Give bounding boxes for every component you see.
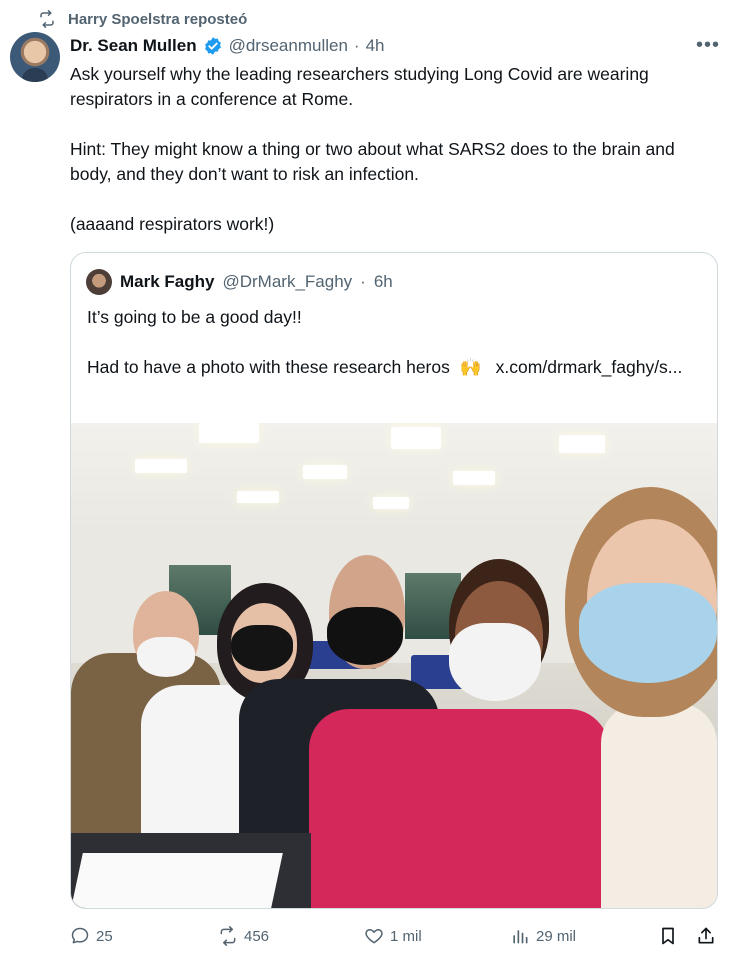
reply-icon [71, 927, 89, 944]
separator-dot: · [353, 36, 360, 55]
ceiling-light [135, 459, 187, 473]
raised-hands-emoji: 🙌 [459, 357, 482, 377]
more-options-button[interactable]: ••• [696, 34, 720, 57]
ceiling-light [373, 497, 409, 509]
ceiling-light [303, 465, 347, 479]
tweet-header: Dr. Sean Mullen @drseanmullen · 4h [70, 34, 385, 58]
ceiling-light [453, 471, 495, 485]
ceiling-light [237, 491, 279, 503]
quoted-tweet-card[interactable]: Mark Faghy @DrMark_Faghy · 6h It’s going… [70, 252, 718, 909]
verified-badge-icon [204, 37, 221, 55]
bookmark-button[interactable] [658, 926, 678, 946]
separator-dot: · [360, 272, 366, 291]
like-button[interactable]: 1 mil [364, 926, 422, 946]
repost-indicator[interactable]: Harry Spoelstra reposteó [38, 8, 247, 30]
repost-icon [220, 926, 236, 946]
quoted-author-handle[interactable]: @DrMark_Faghy [222, 272, 352, 292]
paper-sheet [71, 853, 283, 908]
bookmark-icon [662, 927, 674, 945]
share-icon [698, 927, 714, 944]
attached-photo[interactable] [71, 423, 717, 908]
action-bar: 25 456 1 mil 29 mil [70, 924, 720, 948]
views-chart-icon [513, 930, 528, 944]
ceiling-light [391, 427, 441, 449]
author-name[interactable]: Dr. Sean Mullen [70, 36, 197, 56]
repost-button[interactable]: 456 [218, 926, 269, 946]
quoted-tweet-header: Mark Faghy @DrMark_Faghy · 6h [86, 269, 393, 295]
tweet-timestamp[interactable]: 4h [366, 36, 385, 56]
author-avatar[interactable] [10, 32, 60, 82]
views-count: 29 mil [536, 927, 577, 945]
ceiling-light [559, 435, 605, 453]
tweet-paragraph: (aaaand respirators work!) [70, 214, 275, 234]
repost-count: 456 [244, 927, 270, 945]
quoted-tweet-text: Had to have a photo with these research … [87, 357, 450, 377]
quoted-author-avatar[interactable] [86, 269, 112, 295]
tweet-paragraph: Hint: They might know a thing or two abo… [70, 139, 675, 184]
quoted-tweet-timestamp[interactable]: 6h [374, 272, 393, 292]
tweet-paragraph: Ask yourself why the leading researchers… [70, 64, 649, 109]
like-count: 1 mil [390, 927, 422, 945]
repost-icon [40, 10, 54, 28]
reply-button[interactable]: 25 [70, 926, 113, 946]
views-button[interactable]: 29 mil [510, 926, 576, 946]
quoted-author-name[interactable]: Mark Faghy [120, 272, 214, 292]
heart-icon [365, 929, 383, 944]
quoted-tweet-link[interactable]: x.com/drmark_faghy/s... [496, 357, 683, 377]
tweet-body: Ask yourself why the leading researchers… [70, 62, 720, 262]
ceiling-light [199, 423, 259, 443]
quoted-tweet-body: It’s going to be a good day!! Had to hav… [87, 305, 707, 405]
quoted-tweet-line: Had to have a photo with these research … [87, 355, 707, 380]
quoted-tweet-line: It’s going to be a good day!! [87, 307, 302, 327]
share-button[interactable] [696, 926, 716, 946]
author-handle[interactable]: @drseanmullen [229, 36, 348, 56]
reply-count: 25 [96, 927, 113, 945]
repost-label: Harry Spoelstra reposteó [68, 10, 248, 28]
